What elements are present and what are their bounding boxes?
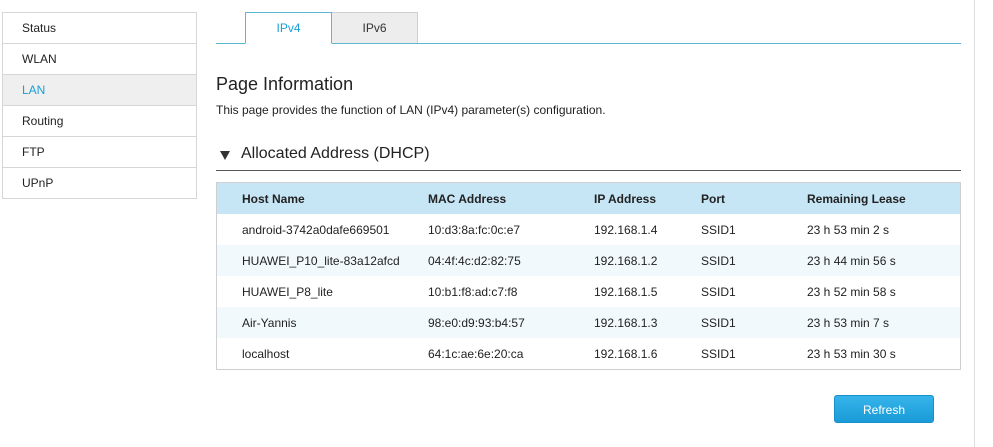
cell-remaining-lease: 23 h 53 min 7 s bbox=[807, 307, 960, 338]
cell-mac-address: 10:d3:8a:fc:0c:e7 bbox=[428, 222, 521, 237]
tab-bar: IPv4 IPv6 bbox=[216, 12, 961, 44]
tab-ipv4[interactable]: IPv4 bbox=[245, 12, 332, 44]
cell-mac-address: 10:b1:f8:ad:c7:f8 bbox=[428, 284, 518, 299]
cell-ip-address: 192.168.1.5 bbox=[594, 284, 658, 299]
dhcp-table: Host Name MAC Address IP Address Port Re… bbox=[217, 183, 960, 369]
column-header-port: Port bbox=[701, 183, 807, 214]
page-title: Page Information bbox=[216, 74, 354, 94]
cell-ip-address: 192.168.1.4 bbox=[594, 222, 658, 237]
sidebar-item-status[interactable]: Status bbox=[3, 13, 196, 44]
cell-ip-address: 192.168.1.3 bbox=[594, 307, 701, 338]
table-row: Air-Yannis 98:e0:d9:93:b4:57 192.168.1.3… bbox=[217, 307, 960, 338]
sidebar-item-ftp[interactable]: FTP bbox=[3, 137, 196, 168]
cell-ip-address: 192.168.1.2 bbox=[594, 245, 701, 276]
cell-mac-address: 98:e0:d9:93:b4:57 bbox=[428, 307, 594, 338]
column-header-mac-address: MAC Address bbox=[428, 183, 594, 214]
dhcp-table-container: Host Name MAC Address IP Address Port Re… bbox=[216, 182, 961, 370]
section-title: Allocated Address (DHCP) bbox=[241, 145, 430, 162]
table-row: HUAWEI_P8_lite 10:b1:f8:ad:c7:f8 192.168… bbox=[217, 276, 960, 307]
table-row: android-3742a0dafe669501 10:d3:8a:fc:0c:… bbox=[217, 214, 960, 245]
cell-remaining-lease: 23 h 53 min 30 s bbox=[807, 346, 896, 361]
column-header-remaining-lease: Remaining Lease bbox=[807, 183, 960, 214]
cell-host-name: Air-Yannis bbox=[217, 307, 428, 338]
cell-port: SSID1 bbox=[701, 307, 807, 338]
sidebar-item-upnp[interactable]: UPnP bbox=[3, 168, 196, 199]
page: Status WLAN LAN Routing FTP UPnP IPv4 IP… bbox=[0, 0, 993, 447]
cell-host-name: HUAWEI_P10_lite-83a12afcd bbox=[217, 245, 428, 276]
cell-port: SSID1 bbox=[701, 222, 736, 237]
cell-remaining-lease: 23 h 53 min 2 s bbox=[807, 222, 890, 237]
cell-host-name: localhost bbox=[242, 346, 290, 361]
tab-ipv6[interactable]: IPv6 bbox=[332, 12, 418, 43]
cell-mac-address: 04:4f:4c:d2:82:75 bbox=[428, 245, 594, 276]
collapse-triangle-icon[interactable] bbox=[220, 151, 230, 160]
cell-remaining-lease: 23 h 44 min 56 s bbox=[807, 245, 960, 276]
content-right-divider bbox=[974, 0, 975, 447]
cell-host-name: android-3742a0dafe669501 bbox=[242, 222, 390, 237]
cell-host-name: HUAWEI_P8_lite bbox=[242, 284, 333, 299]
table-row: HUAWEI_P10_lite-83a12afcd 04:4f:4c:d2:82… bbox=[217, 245, 960, 276]
section-header-dhcp[interactable]: Allocated Address (DHCP) bbox=[216, 143, 961, 171]
sidebar-item-routing[interactable]: Routing bbox=[3, 106, 196, 137]
cell-port: SSID1 bbox=[701, 346, 736, 361]
sidebar-item-lan[interactable]: LAN bbox=[3, 75, 196, 106]
cell-port: SSID1 bbox=[701, 245, 807, 276]
table-header-row: Host Name MAC Address IP Address Port Re… bbox=[217, 183, 960, 214]
column-header-host-name: Host Name bbox=[217, 183, 428, 214]
table-row: localhost 64:1c:ae:6e:20:ca 192.168.1.6 … bbox=[217, 338, 960, 369]
cell-port: SSID1 bbox=[701, 284, 736, 299]
cell-remaining-lease: 23 h 52 min 58 s bbox=[807, 284, 896, 299]
sidebar-nav: Status WLAN LAN Routing FTP UPnP bbox=[2, 12, 197, 199]
sidebar-item-wlan[interactable]: WLAN bbox=[3, 44, 196, 75]
refresh-button[interactable]: Refresh bbox=[834, 395, 934, 423]
cell-ip-address: 192.168.1.6 bbox=[594, 346, 658, 361]
column-header-ip-address: IP Address bbox=[594, 183, 701, 214]
page-description: This page provides the function of LAN (… bbox=[216, 103, 606, 117]
cell-mac-address: 64:1c:ae:6e:20:ca bbox=[428, 346, 524, 361]
